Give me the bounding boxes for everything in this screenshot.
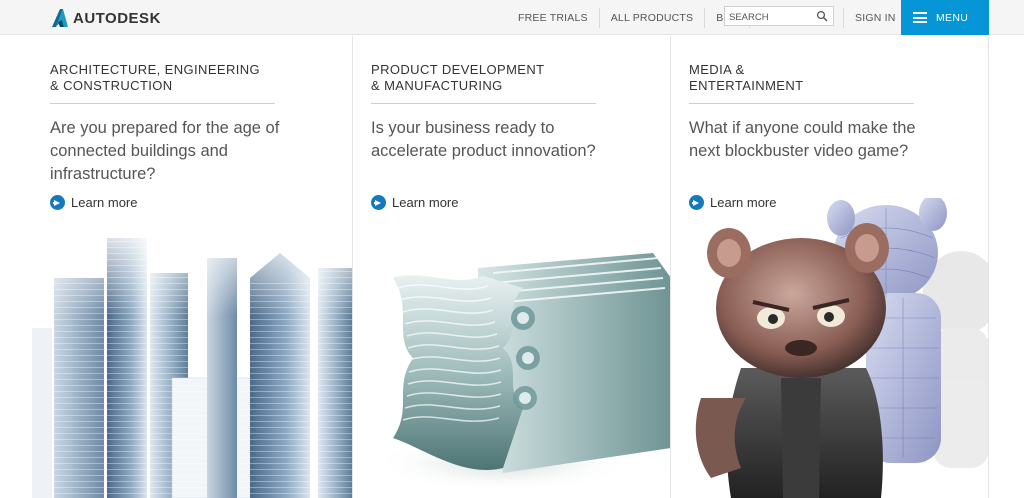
panel-question: Is your business ready to accelerate pro…: [371, 119, 596, 160]
panel-media: MEDIA & ENTERTAINMENT What if anyone cou…: [670, 36, 989, 498]
hamburger-icon: [913, 12, 927, 23]
sign-in-area: SIGN IN: [843, 0, 907, 35]
heatsink-model-image: [373, 253, 670, 493]
city-skyline-image: [32, 218, 352, 498]
arrow-right-circle-icon: [50, 195, 65, 210]
learn-more-label: Learn more: [71, 195, 138, 210]
learn-more-link[interactable]: Learn more: [689, 195, 776, 210]
arrow-right-circle-icon: [689, 195, 704, 210]
menu-button[interactable]: MENU: [901, 0, 989, 35]
divider: [689, 103, 914, 104]
menu-label: MENU: [936, 11, 969, 24]
sign-in-link[interactable]: SIGN IN: [844, 12, 907, 24]
search-input[interactable]: [725, 8, 817, 27]
nav-all-products[interactable]: ALL PRODUCTS: [600, 12, 705, 24]
learn-more-link[interactable]: Learn more: [50, 195, 137, 210]
logo-text: AUTODESK: [73, 9, 161, 27]
panel-manufacturing: PRODUCT DEVELOPMENT & MANUFACTURING Is y…: [352, 36, 670, 498]
nav-free-trials[interactable]: FREE TRIALS: [507, 12, 599, 24]
panel-title: PRODUCT DEVELOPMENT & MANUFACTURING: [371, 62, 545, 93]
autodesk-logo-icon: [52, 9, 68, 27]
learn-more-link[interactable]: Learn more: [371, 195, 458, 210]
learn-more-label: Learn more: [710, 195, 777, 210]
autodesk-logo[interactable]: AUTODESK: [52, 8, 161, 28]
panel-title: MEDIA & ENTERTAINMENT: [689, 62, 804, 93]
search-box: [724, 6, 834, 27]
panel-title: ARCHITECTURE, ENGINEERING & CONSTRUCTION: [50, 62, 261, 93]
divider: [371, 103, 596, 104]
search-icon[interactable]: [816, 10, 828, 22]
animated-character-image: [695, 198, 988, 498]
learn-more-label: Learn more: [392, 195, 459, 210]
panel-question: What if anyone could make the next block…: [689, 119, 916, 160]
divider: [50, 103, 275, 104]
top-nav: FREE TRIALS ALL PRODUCTS BUY: [507, 0, 751, 35]
arrow-right-circle-icon: [371, 195, 386, 210]
top-navigation-bar: AUTODESK FREE TRIALS ALL PRODUCTS BUY SI…: [0, 0, 1024, 35]
panel-architecture: ARCHITECTURE, ENGINEERING & CONSTRUCTION…: [32, 36, 352, 498]
panel-question: Are you prepared for the age of connecte…: [50, 119, 280, 183]
